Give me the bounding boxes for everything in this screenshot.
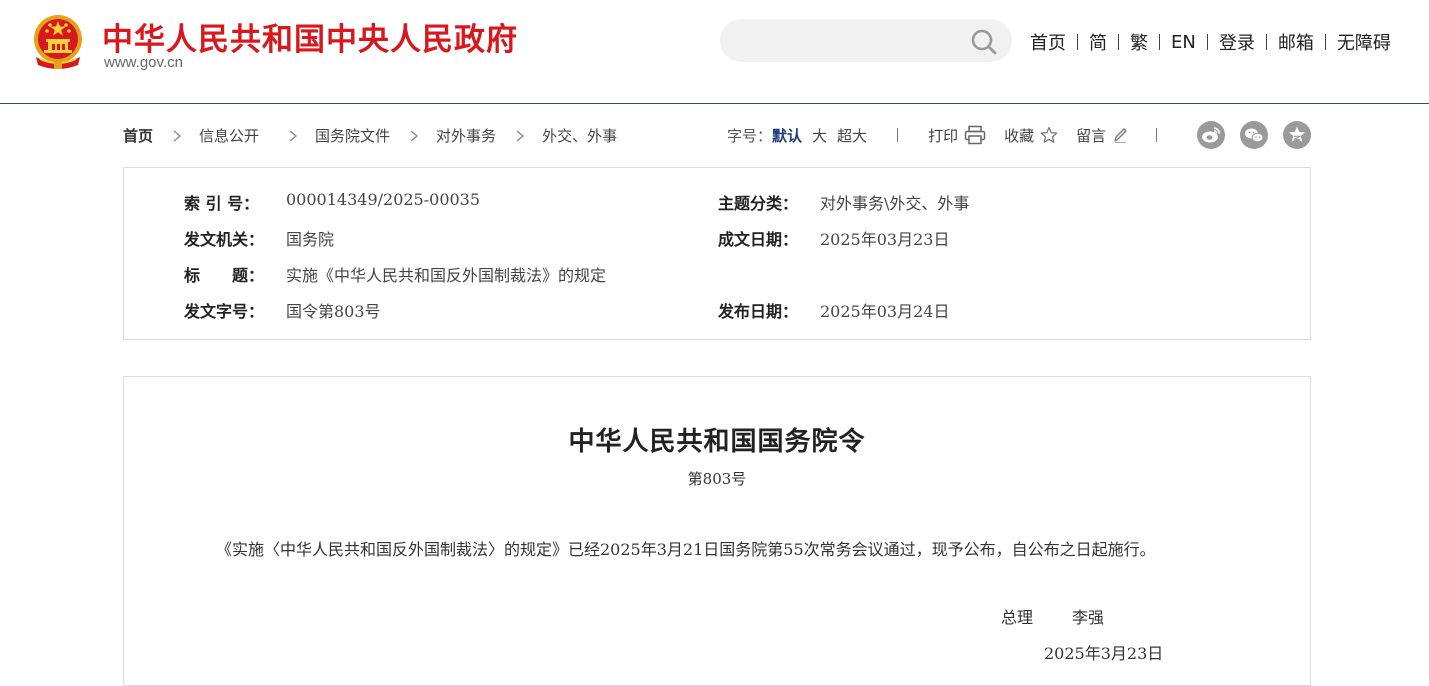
nav-divider [1077, 34, 1078, 50]
meta-index: 索 引 号： 000014349/2025-00035 [184, 190, 704, 214]
meta-issuer-label: 发文机关： [184, 230, 265, 249]
meta-title-label: 标 题： [184, 266, 265, 285]
breadcrumb-diplomacy[interactable]: 外交、外事 [542, 125, 617, 146]
font-size-extra-large[interactable]: 超大 [837, 125, 867, 146]
nav-english[interactable]: EN [1171, 32, 1196, 53]
site-header: 中华人民共和国中央人民政府 www.gov.cn 首页 简 繁 EN 登录 邮箱… [0, 0, 1429, 104]
nav-divider [1206, 34, 1208, 50]
meta-topic-value: 对外事务\外交、外事 [820, 194, 970, 213]
star-icon [1040, 126, 1058, 143]
top-nav: 首页 简 繁 EN 登录 邮箱 无障碍 [1030, 29, 1391, 55]
nav-divider [1118, 34, 1119, 50]
meta-issuer-value: 国务院 [286, 230, 335, 249]
qzone-icon [1288, 126, 1306, 142]
meta-doc-number-label: 发文字号： [184, 302, 265, 321]
breadcrumb-home[interactable]: 首页 [123, 125, 153, 146]
meta-published-value: 2025年03月24日 [820, 302, 950, 321]
nav-login[interactable]: 登录 [1219, 29, 1255, 55]
breadcrumb: 首页 信息公开 国务院文件 对外事务 外交、外事 [123, 125, 617, 146]
toolbar-divider [1156, 128, 1158, 142]
meta-created: 成文日期： 2025年03月23日 [718, 226, 1278, 250]
wechat-icon [1245, 128, 1264, 143]
breadcrumb-toolbar-bar: 首页 信息公开 国务院文件 对外事务 外交、外事 字号： 默认 大 超大 打印 … [0, 104, 1429, 166]
nav-divider [1265, 34, 1267, 50]
nav-mail[interactable]: 邮箱 [1278, 29, 1314, 55]
meta-published: 发布日期： 2025年03月24日 [718, 298, 1278, 322]
favorite-button[interactable]: 收藏 [1004, 125, 1058, 146]
nav-simplified[interactable]: 简 [1089, 29, 1107, 55]
nav-home[interactable]: 首页 [1030, 29, 1066, 55]
meta-created-value: 2025年03月23日 [820, 230, 950, 249]
article-toolbar: 字号： 默认 大 超大 打印 收藏 留言 [727, 123, 1158, 147]
national-emblem-icon[interactable] [30, 13, 86, 73]
pencil-icon [1114, 128, 1127, 143]
nav-divider [1159, 34, 1160, 50]
print-button[interactable]: 打印 [928, 125, 986, 146]
favorite-label: 收藏 [1004, 126, 1035, 145]
chevron-right-icon [516, 129, 525, 142]
search-box[interactable] [720, 19, 1012, 62]
chevron-right-icon [410, 129, 419, 142]
printer-icon [964, 125, 986, 145]
comment-button[interactable]: 留言 [1076, 125, 1128, 146]
document-title: 中华人民共和国国务院令 [568, 427, 866, 457]
font-size-large[interactable]: 大 [812, 125, 827, 146]
signatory-title: 总理 [1001, 608, 1034, 627]
nav-traditional[interactable]: 繁 [1130, 29, 1148, 55]
meta-title: 标 题： 实施《中华人民共和国反外国制裁法》的规定 [184, 262, 1184, 286]
document-metadata: 索 引 号： 000014349/2025-00035 主题分类： 对外事务\外… [123, 167, 1311, 340]
site-title[interactable]: 中华人民共和国中央人民政府 [102, 14, 518, 59]
document-content: 中华人民共和国国务院令 第803号 《实施〈中华人民共和国反外国制裁法〉的规定》… [123, 376, 1311, 686]
meta-doc-number-value: 国令第803号 [286, 302, 381, 321]
nav-accessibility[interactable]: 无障碍 [1337, 29, 1391, 55]
font-size-default[interactable]: 默认 [772, 125, 802, 146]
chevron-right-icon [173, 129, 182, 142]
print-label: 打印 [928, 126, 959, 145]
meta-index-value: 000014349/2025-00035 [286, 190, 481, 209]
meta-title-value: 实施《中华人民共和国反外国制裁法》的规定 [286, 266, 607, 285]
nav-divider [1324, 34, 1326, 50]
signing-date: 2025年3月23日 [1044, 644, 1164, 663]
document-body: 《实施〈中华人民共和国反外国制裁法〉的规定》已经2025年3月21日国务院第55… [216, 540, 1156, 559]
breadcrumb-state-council-docs[interactable]: 国务院文件 [315, 125, 390, 146]
font-size-label: 字号： [727, 126, 773, 145]
meta-index-label: 索 引 号： [184, 194, 260, 213]
share-wechat[interactable] [1240, 121, 1268, 149]
meta-issuer: 发文机关： 国务院 [184, 226, 704, 250]
breadcrumb-info-disclosure[interactable]: 信息公开 [199, 125, 259, 146]
site-domain[interactable]: www.gov.cn [104, 54, 183, 71]
signatory-name: 李强 [1072, 608, 1105, 627]
meta-topic: 主题分类： 对外事务\外交、外事 [718, 190, 1278, 214]
toolbar-divider [897, 128, 899, 142]
meta-doc-number: 发文字号： 国令第803号 [184, 298, 704, 322]
chevron-right-icon [289, 129, 298, 142]
document-number: 第803号 [687, 470, 747, 488]
weibo-icon [1202, 127, 1221, 143]
meta-created-label: 成文日期： [718, 230, 799, 249]
search-input[interactable] [738, 27, 968, 54]
meta-published-label: 发布日期： [718, 302, 799, 321]
share-weibo[interactable] [1197, 121, 1225, 149]
search-icon[interactable] [970, 28, 998, 56]
comment-label: 留言 [1076, 126, 1107, 145]
share-qzone[interactable] [1283, 121, 1311, 149]
breadcrumb-foreign-affairs[interactable]: 对外事务 [436, 125, 496, 146]
meta-topic-label: 主题分类： [718, 194, 799, 213]
